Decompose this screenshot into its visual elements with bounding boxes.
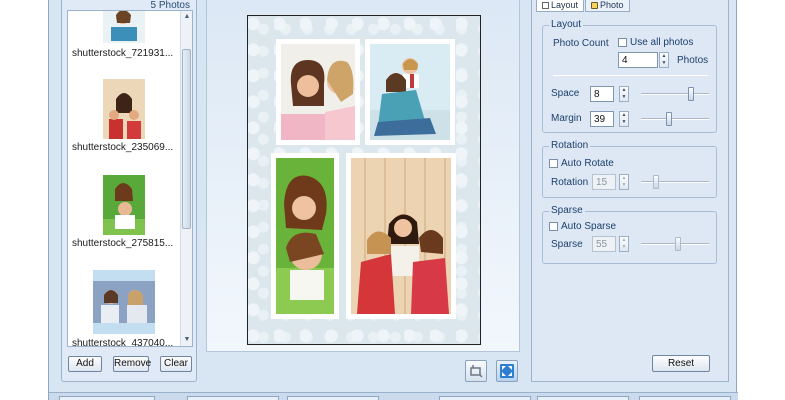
collage-photo <box>370 44 450 140</box>
collage-photo-image <box>370 44 450 140</box>
add-button[interactable]: Add <box>68 356 102 372</box>
bottom-button-1[interactable] <box>59 396 155 400</box>
collage-photo-slot[interactable] <box>276 39 360 145</box>
auto-sparse-checkbox[interactable] <box>549 222 558 231</box>
auto-rotate-label: Auto Rotate <box>561 158 614 169</box>
margin-slider-track <box>641 118 709 120</box>
photo-panel: 5 Photos shutterstock_721931... shutters… <box>61 0 197 382</box>
photo-thumbnail-image <box>103 79 145 139</box>
scrollbar-thumb[interactable] <box>182 49 191 229</box>
photo-icon <box>591 2 599 9</box>
margin-spinner[interactable]: ▲ ▼ <box>619 111 629 127</box>
space-label: Space <box>551 88 580 99</box>
photo-list-item[interactable]: shutterstock_721931... <box>68 11 180 59</box>
sparse-spinner[interactable]: ▲ ▼ <box>619 236 629 252</box>
app-window: 5 Photos shutterstock_721931... shutters… <box>48 0 738 400</box>
margin-slider-thumb[interactable] <box>666 112 672 126</box>
photo-count-label: Photo Count <box>553 38 609 49</box>
auto-rotate-checkbox[interactable] <box>549 159 558 168</box>
collage-page <box>247 15 481 345</box>
bottom-button-3[interactable] <box>287 396 379 400</box>
rotation-spinner[interactable]: ▲ ▼ <box>619 174 629 190</box>
scroll-up-arrow-icon[interactable]: ▲ <box>181 11 192 23</box>
photo-filename: shutterstock_721931... <box>72 48 174 59</box>
auto-sparse-label: Auto Sparse <box>561 221 617 232</box>
use-all-photos-label: Use all photos <box>630 37 694 48</box>
bottom-button-2[interactable] <box>187 396 279 400</box>
clear-button[interactable]: Clear <box>160 356 192 372</box>
rotation-slider[interactable] <box>641 175 709 189</box>
layout-icon <box>542 2 549 9</box>
photo-list-scrollbar[interactable]: ▲ ▼ <box>180 11 192 346</box>
reset-button[interactable]: Reset <box>652 355 710 372</box>
photo-filename: shutterstock_235069... <box>72 142 174 153</box>
photo-thumbnail-image <box>103 175 145 235</box>
photo-thumbnail <box>93 270 155 334</box>
photo-list-item[interactable]: shutterstock_235069... <box>68 79 180 153</box>
collage-photo <box>276 158 334 314</box>
collage-photo <box>351 158 451 314</box>
fit-to-window-icon-glyph <box>500 364 514 378</box>
space-spinner[interactable]: ▲ ▼ <box>619 86 629 102</box>
collage-photo-image <box>351 158 451 314</box>
space-input[interactable]: 8 <box>590 86 614 102</box>
photo-thumbnail <box>103 79 145 139</box>
bottom-button-6[interactable] <box>639 396 731 400</box>
sparse-slider-thumb[interactable] <box>675 237 681 251</box>
photo-count-input[interactable]: 4 <box>618 52 658 68</box>
settings-panel: Layout Photo Layout Photo Count Use all … <box>531 0 729 382</box>
tab-photo[interactable]: Photo <box>585 0 630 12</box>
collage-photo-slot[interactable] <box>365 39 455 145</box>
bottom-button-4[interactable] <box>439 396 531 400</box>
photo-thumbnail-image <box>103 11 145 43</box>
rotation-group: Rotation Auto Rotate Rotation 15 ▲ ▼ <box>542 140 717 198</box>
layout-group: Layout Photo Count Use all photos 4 ▲ ▼ P… <box>542 19 717 133</box>
photo-list-item[interactable]: shutterstock_437040... <box>68 270 180 346</box>
tab-layout-label: Layout <box>551 0 579 10</box>
collage-photo <box>281 44 355 140</box>
rotation-group-title: Rotation <box>549 140 591 151</box>
crop-icon-glyph <box>470 365 483 378</box>
photo-filename: shutterstock_275815... <box>72 238 174 249</box>
photo-thumbnail-image <box>93 281 155 323</box>
rotation-slider-thumb[interactable] <box>653 175 659 189</box>
fit-to-window-icon[interactable] <box>496 360 518 382</box>
margin-slider[interactable] <box>641 112 709 126</box>
layout-group-title: Layout <box>549 19 584 30</box>
margin-input[interactable]: 39 <box>590 111 614 127</box>
sparse-group-title: Sparse <box>549 205 585 216</box>
space-slider-track <box>641 93 709 95</box>
tab-photo-label: Photo <box>600 0 624 10</box>
sparse-slider[interactable] <box>641 237 709 251</box>
sparse-group: Sparse Auto Sparse Sparse 55 ▲ ▼ <box>542 205 717 264</box>
photo-list[interactable]: shutterstock_721931... shutterstock_2350… <box>67 10 193 347</box>
space-slider-thumb[interactable] <box>688 87 694 101</box>
photo-thumbnail <box>103 11 145 43</box>
photo-filename: shutterstock_437040... <box>72 338 174 347</box>
photo-count-spinner[interactable]: ▲ ▼ <box>659 52 669 68</box>
rotation-slider-track <box>641 181 709 183</box>
tab-layout[interactable]: Layout <box>536 0 585 12</box>
rotation-input[interactable]: 15 <box>592 174 616 190</box>
sparse-label: Sparse <box>551 239 583 250</box>
rotation-label: Rotation <box>551 177 589 188</box>
scroll-down-arrow-icon[interactable]: ▼ <box>181 334 192 346</box>
collage-photo-image <box>276 158 334 314</box>
photos-unit-label: Photos <box>677 55 709 66</box>
space-slider[interactable] <box>641 87 709 101</box>
sparse-input[interactable]: 55 <box>592 236 616 252</box>
bottom-button-5[interactable] <box>537 396 629 400</box>
margin-label: Margin <box>551 113 582 124</box>
collage-photo-slot[interactable] <box>271 153 339 319</box>
photo-thumbnail <box>103 175 145 235</box>
crop-icon[interactable] <box>465 360 487 382</box>
photo-list-item[interactable]: shutterstock_275815... <box>68 175 180 249</box>
layout-divider <box>553 75 708 76</box>
collage-preview-panel <box>206 0 520 382</box>
collage-photo-slot[interactable] <box>346 153 456 319</box>
settings-tabs: Layout Photo <box>536 0 631 12</box>
collage-photo-image <box>281 44 355 140</box>
use-all-photos-checkbox[interactable] <box>618 38 627 47</box>
remove-button[interactable]: Remove <box>113 356 151 372</box>
